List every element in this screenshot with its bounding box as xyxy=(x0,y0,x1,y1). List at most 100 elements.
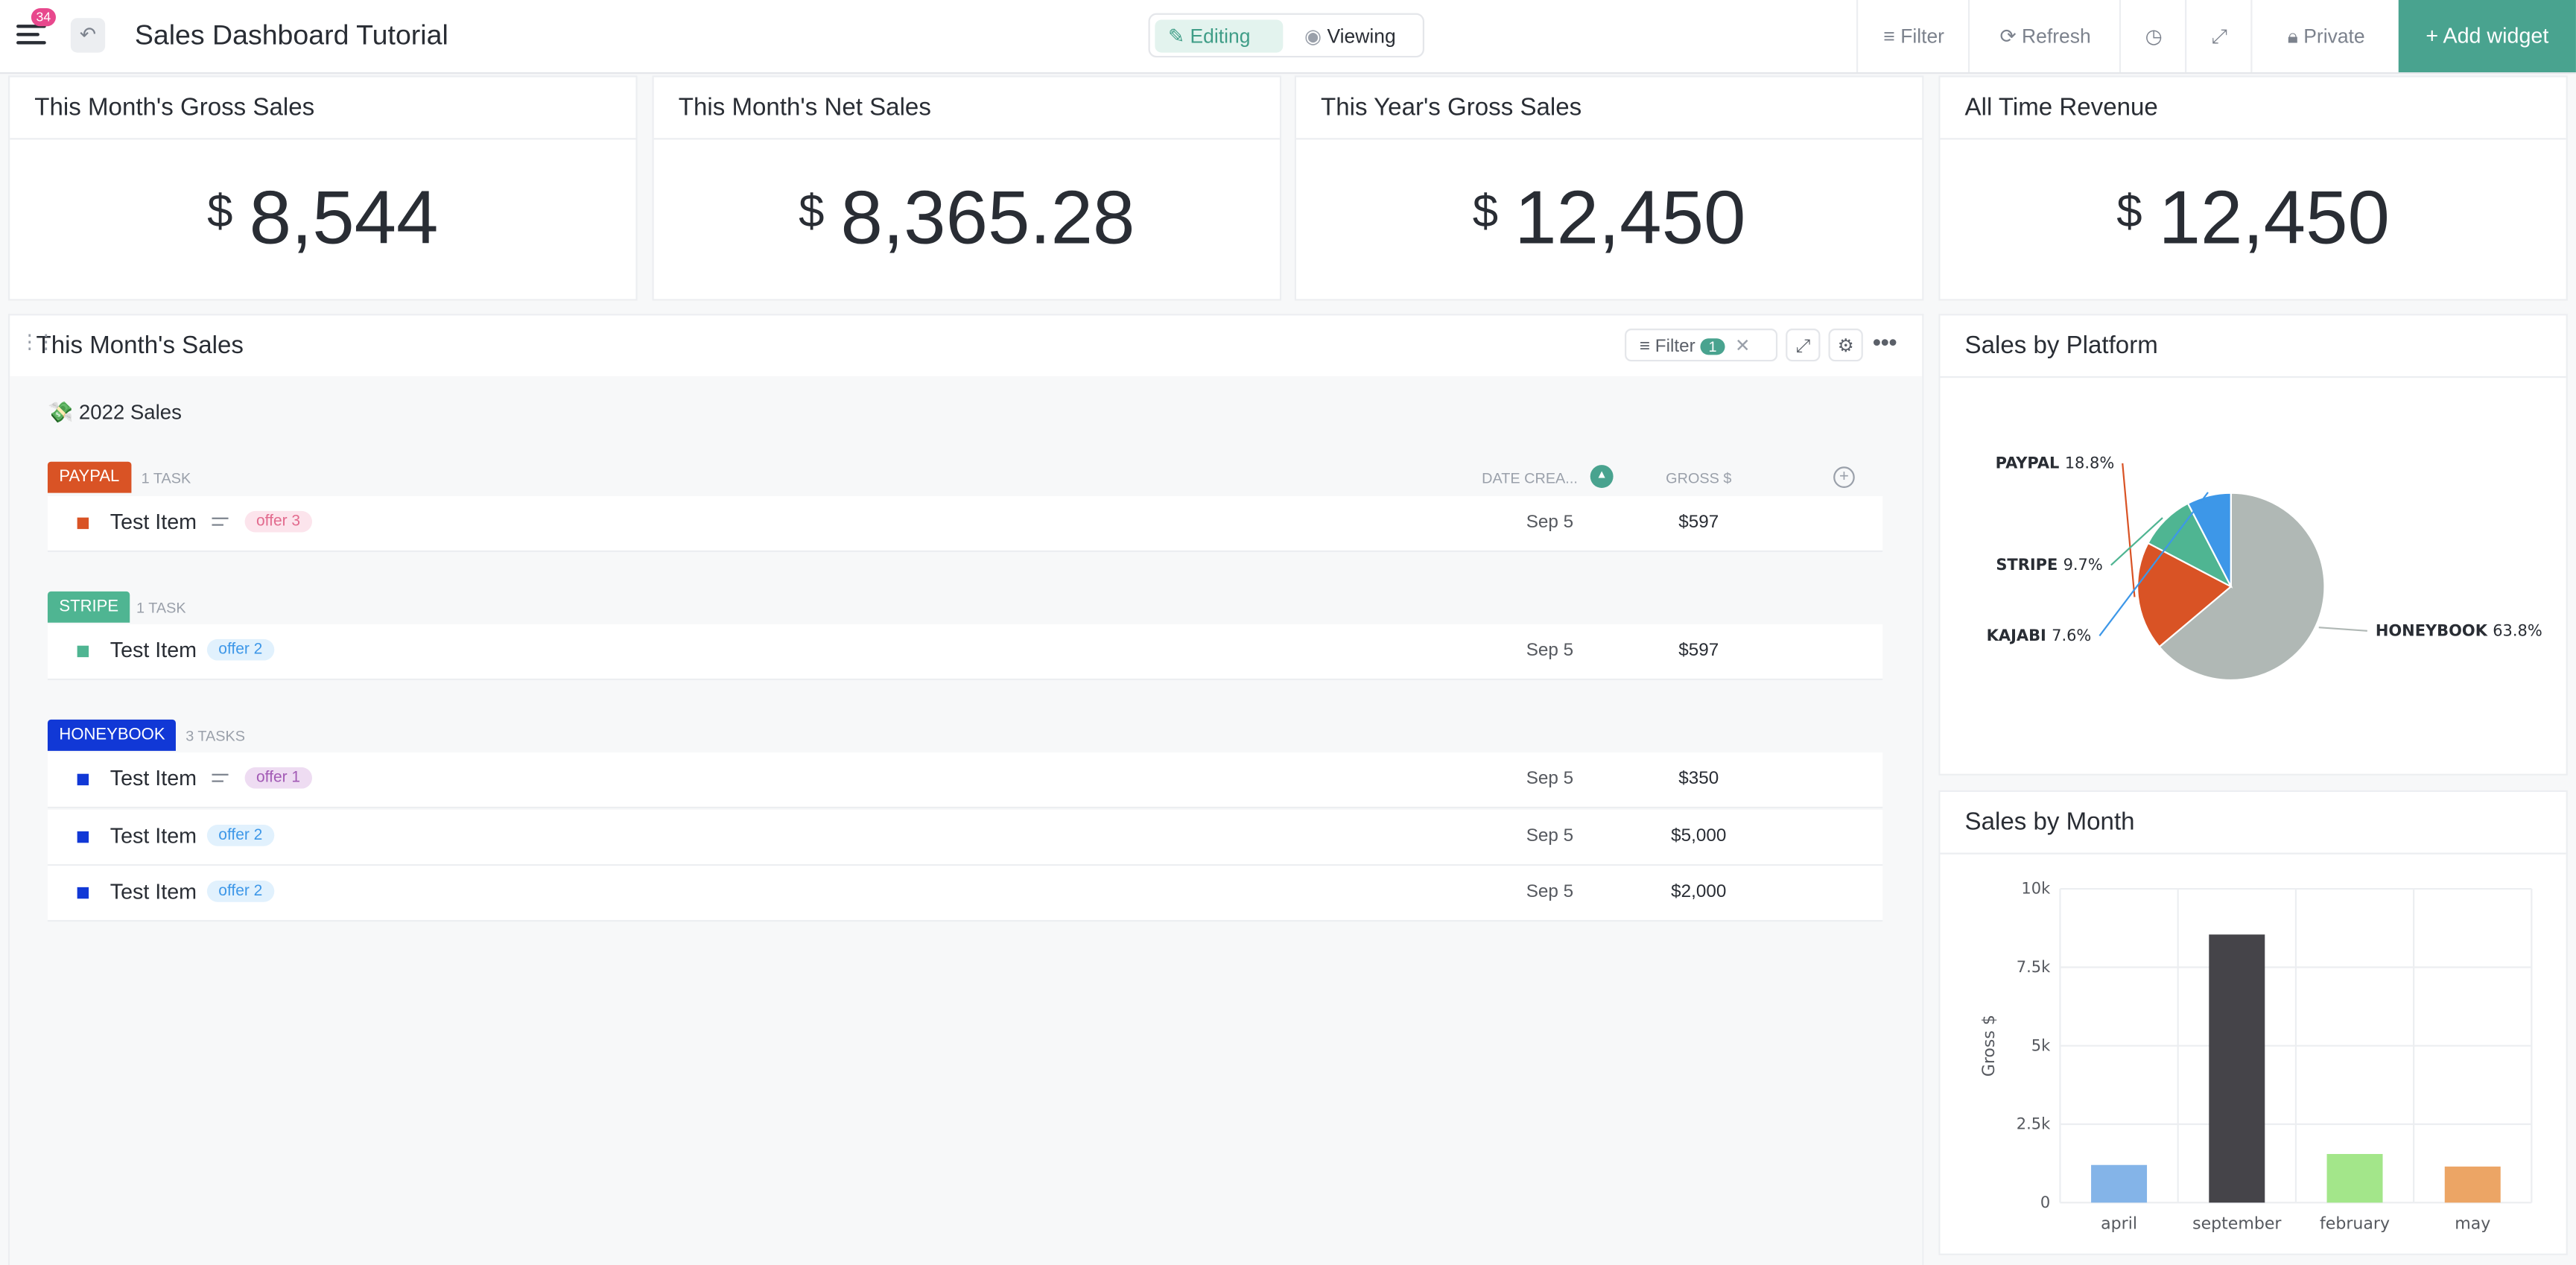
privacy-button[interactable]: 🔒︎ Private xyxy=(2250,0,2400,73)
kpi-number: 8,544 xyxy=(249,174,439,260)
editing-mode-button[interactable]: ✎ Editing xyxy=(1155,19,1284,53)
group-header-paypal[interactable]: PAYPAL xyxy=(47,461,131,493)
filter-icon: ≡ xyxy=(1639,337,1651,357)
widget-filter-button[interactable]: ≡ Filter 1 ✕ xyxy=(1625,329,1778,362)
widget-title: This Month's Sales xyxy=(36,332,244,360)
eye-icon: ◉ xyxy=(1304,25,1322,48)
expand-icon: ⤢ xyxy=(2211,25,2227,48)
col-gross[interactable]: GROSS $ xyxy=(1666,470,1731,486)
bar-april[interactable] xyxy=(2091,1164,2148,1203)
refresh-icon: ⟳ xyxy=(1999,25,2017,48)
pie-label: HONEYBOOK 63.8% xyxy=(2376,621,2542,639)
currency-symbol: $ xyxy=(1472,186,1499,237)
editing-label: Editing xyxy=(1190,25,1251,48)
table-row[interactable]: Test Item offer 2 Sep 5 $597 xyxy=(47,624,1883,680)
pie-leader-line xyxy=(2122,463,2136,597)
more-options-icon[interactable]: ••• xyxy=(1873,329,1897,355)
y-tick-label: 5k xyxy=(2031,1036,2051,1054)
status-icon[interactable] xyxy=(77,517,89,530)
clear-filter-icon[interactable]: ✕ xyxy=(1735,337,1750,356)
task-name[interactable]: Test Item xyxy=(110,766,197,790)
date-cell: Sep 5 xyxy=(1526,513,1574,533)
task-tag[interactable]: offer 2 xyxy=(206,825,274,846)
kpi-number: 8,365.28 xyxy=(840,174,1135,260)
kpi-net-month: This Month's Net Sales $8,365.28 xyxy=(652,75,1282,301)
currency-symbol: $ xyxy=(207,186,233,237)
kpi-title: This Year's Gross Sales xyxy=(1295,77,1923,140)
bar-september[interactable] xyxy=(2209,934,2265,1203)
filter-label: Filter xyxy=(1900,25,1945,48)
col-date-created[interactable]: DATE CREA... xyxy=(1482,470,1578,486)
filter-label: Filter xyxy=(1655,337,1695,357)
x-tick-label: april xyxy=(2101,1215,2137,1234)
y-tick-label: 7.5k xyxy=(2017,958,2051,976)
bar-february[interactable] xyxy=(2326,1153,2383,1203)
kpi-value: $8,544 xyxy=(10,173,635,261)
add-column-icon[interactable]: + xyxy=(1833,466,1855,488)
description-icon xyxy=(212,773,229,787)
widget-title: Sales by Platform xyxy=(1940,315,2566,378)
task-tag[interactable]: offer 1 xyxy=(244,767,312,789)
gross-cell: $5,000 xyxy=(1671,826,1727,846)
y-tick-label: 10k xyxy=(2021,880,2051,898)
status-icon[interactable] xyxy=(77,645,89,658)
task-name[interactable]: Test Item xyxy=(110,823,197,848)
table-row[interactable]: Test Item offer 3 Sep 5 $597 xyxy=(47,496,1883,552)
description-icon xyxy=(212,517,229,531)
pie-label: STRIPE 9.7% xyxy=(1996,556,2102,574)
task-tag[interactable]: offer 2 xyxy=(206,638,274,661)
gross-cell: $597 xyxy=(1678,641,1719,661)
filter-button[interactable]: ≡ Filter xyxy=(1856,0,1970,73)
history-button[interactable]: ◷ xyxy=(2119,0,2186,73)
list-title: 💸 2022 Sales xyxy=(47,401,182,424)
kpi-number: 12,450 xyxy=(1514,174,1746,260)
widget-settings-button[interactable]: ⚙ xyxy=(1828,329,1863,362)
back-button[interactable]: ↶ xyxy=(70,18,106,53)
drag-handle-icon[interactable]: ⋮⋮ xyxy=(19,332,56,351)
status-icon[interactable] xyxy=(77,887,89,899)
pencil-icon: ✎ xyxy=(1167,25,1185,48)
status-icon[interactable] xyxy=(77,773,89,786)
expand-icon: ⤢ xyxy=(1795,337,1811,357)
expand-widget-button[interactable]: ⤢ xyxy=(1786,329,1821,362)
viewing-mode-button[interactable]: ◉ Viewing xyxy=(1291,19,1409,52)
status-icon[interactable] xyxy=(77,831,89,843)
kpi-gross-month: This Month's Gross Sales $8,544 xyxy=(8,75,638,301)
task-tag[interactable]: offer 3 xyxy=(244,510,312,533)
task-tag[interactable]: offer 2 xyxy=(206,881,274,902)
y-tick-label: 2.5k xyxy=(2017,1115,2051,1133)
clock-icon: ◷ xyxy=(2145,25,2163,48)
task-name[interactable]: Test Item xyxy=(110,510,197,534)
kpi-title: This Month's Net Sales xyxy=(653,77,1280,140)
filter-count-badge: 1 xyxy=(1700,338,1725,355)
pie-leader-line xyxy=(2318,627,2367,632)
pie-label: PAYPAL 18.8% xyxy=(1996,454,2115,472)
fullscreen-button[interactable]: ⤢ xyxy=(2185,0,2252,73)
table-row[interactable]: Test Item offer 2 Sep 5 $2,000 xyxy=(47,866,1883,922)
gross-cell: $350 xyxy=(1678,769,1719,789)
table-row[interactable]: Test Item offer 2 Sep 5 $5,000 xyxy=(47,810,1883,866)
gross-cell: $2,000 xyxy=(1671,882,1727,902)
group-header-stripe[interactable]: STRIPE xyxy=(47,591,130,623)
task-name[interactable]: Test Item xyxy=(110,879,197,904)
y-tick-label: 0 xyxy=(2040,1193,2050,1211)
table-row[interactable]: Test Item offer 1 Sep 5 $350 xyxy=(47,752,1883,809)
gross-cell: $597 xyxy=(1678,513,1719,533)
group-header-honeybook[interactable]: HONEYBOOK xyxy=(47,719,177,751)
task-name[interactable]: Test Item xyxy=(110,638,197,662)
sort-ascending-icon[interactable]: ▲ xyxy=(1590,465,1614,488)
pie-label: KAJABI 7.6% xyxy=(1987,627,2092,644)
kpi-title: This Month's Gross Sales xyxy=(10,77,636,140)
date-cell: Sep 5 xyxy=(1526,826,1574,846)
date-cell: Sep 5 xyxy=(1526,882,1574,902)
kpi-all-time: All Time Revenue $12,450 xyxy=(1938,75,2568,301)
bar-may[interactable] xyxy=(2444,1166,2501,1203)
notification-badge: 34 xyxy=(31,8,56,27)
kpi-value: $12,450 xyxy=(1296,173,1922,261)
add-widget-button[interactable]: + Add widget xyxy=(2398,0,2576,73)
kpi-gross-year: This Year's Gross Sales $12,450 xyxy=(1294,75,1924,301)
date-cell: Sep 5 xyxy=(1526,769,1574,789)
sales-list-widget: ⋮⋮ This Month's Sales ≡ Filter 1 ✕ ⤢ ⚙ •… xyxy=(8,314,1924,1265)
refresh-button[interactable]: ⟳ Refresh xyxy=(1967,0,2121,73)
filter-icon: ≡ xyxy=(1883,25,1895,48)
